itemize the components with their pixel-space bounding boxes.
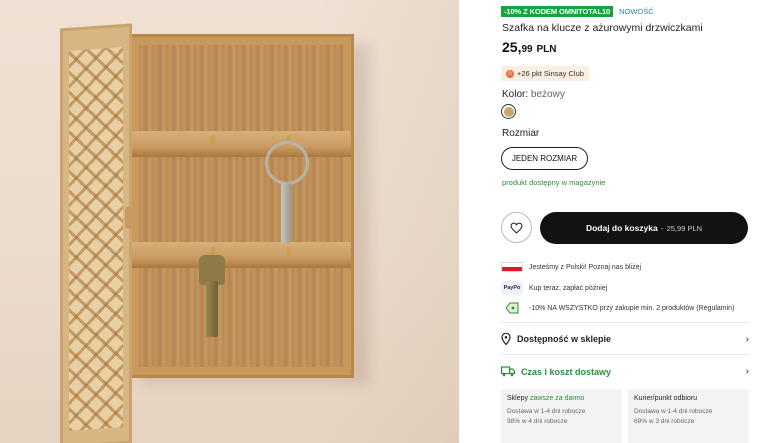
color-value: beżowy bbox=[530, 89, 565, 100]
store-availability-label: Dostępność w sklepie bbox=[517, 334, 612, 344]
club-points-badge: ☺ +26 pkt Sinsay Club bbox=[501, 66, 589, 81]
feature-text: Jesteśmy z Polski! Poznaj nas bliżej bbox=[529, 263, 642, 271]
delivery-option-stores: Sklepy zawsze za darmo Dostawa w 1-4 dni… bbox=[501, 389, 622, 443]
cabinet-lower-shelf bbox=[131, 242, 351, 268]
cabinet-lattice-door bbox=[60, 23, 135, 443]
delivery-option-title-text: Sklepy bbox=[507, 395, 529, 402]
discount-tag-icon bbox=[501, 302, 523, 314]
truck-icon bbox=[501, 366, 515, 377]
feature-discount[interactable]: -10% NA WSZYSTKO przy zakupie min. 2 pro… bbox=[501, 302, 734, 314]
brass-key-blade bbox=[206, 281, 218, 337]
delivery-option-title: Sklepy zawsze za darmo bbox=[507, 395, 616, 402]
divider bbox=[501, 322, 749, 323]
product-price: 25,99 PLN bbox=[502, 39, 556, 55]
delivery-option-title: Kurier/punkt odbioru bbox=[634, 395, 743, 402]
paypo-logo: PayPo bbox=[501, 282, 523, 294]
delivery-option-details: Dostawa w 1-4 dni robocze 98% w 4 dni ro… bbox=[507, 407, 616, 427]
feature-text: -10% NA WSZYSTKO przy zakupie min. 2 pro… bbox=[529, 304, 735, 312]
color-label: Kolor: beżowy bbox=[502, 89, 565, 100]
store-availability-link[interactable]: Dostępność w sklepie › bbox=[501, 333, 749, 345]
price-main: 25, bbox=[502, 39, 522, 55]
new-badge: NOWOŚĆ bbox=[619, 7, 654, 16]
keyring bbox=[265, 141, 309, 185]
add-to-cart-button[interactable]: Dodaj do koszyka - 25,99 PLN bbox=[540, 212, 748, 244]
add-to-cart-label: Dodaj do koszyka bbox=[585, 223, 658, 233]
product-image[interactable] bbox=[0, 0, 459, 443]
club-points-text: +26 pkt Sinsay Club bbox=[517, 69, 584, 78]
stock-status: produkt dostępny w magazynie bbox=[502, 178, 606, 187]
delivery-option-title-text: Kurier/punkt odbioru bbox=[634, 395, 698, 402]
hook bbox=[287, 247, 291, 257]
delivery-option-line: Dostawa w 1-4 dni robocze bbox=[507, 408, 586, 415]
location-pin-icon bbox=[501, 333, 511, 345]
delivery-option-highlight: zawsze za darmo bbox=[529, 395, 585, 402]
swatch-fill bbox=[503, 106, 514, 117]
chevron-right-icon: › bbox=[745, 333, 749, 345]
feature-polish-brand[interactable]: Jesteśmy z Polski! Poznaj nas bliżej bbox=[501, 262, 641, 272]
door-knob bbox=[125, 206, 135, 229]
club-icon: ☺ bbox=[506, 69, 514, 78]
delivery-option-line: 69% w 3 dni robocze bbox=[634, 418, 695, 425]
hook bbox=[211, 135, 215, 145]
add-to-cart-price: 25,99 PLN bbox=[666, 223, 703, 233]
color-swatch-beige[interactable] bbox=[501, 104, 516, 119]
silver-key bbox=[281, 183, 291, 243]
feature-text: Kup teraz, zapłać później bbox=[529, 284, 608, 292]
feature-paypo[interactable]: PayPo Kup teraz, zapłać później bbox=[501, 282, 607, 294]
favorite-button[interactable] bbox=[501, 212, 532, 243]
product-title: Szafka na klucze z ażurowymi drzwiczkami bbox=[502, 22, 703, 34]
badge-row: -10% Z KODEM OMNITOTAL10 NOWOŚĆ bbox=[501, 6, 654, 17]
divider bbox=[501, 354, 749, 355]
price-currency: PLN bbox=[536, 44, 557, 55]
price-cents: 99 bbox=[521, 44, 533, 55]
chevron-right-icon: › bbox=[745, 366, 749, 377]
delivery-option-line: 98% w 4 dni robocze bbox=[507, 418, 568, 425]
delivery-label: Czas i koszt dostawy bbox=[521, 366, 612, 377]
add-to-cart-separator: - bbox=[660, 223, 664, 233]
delivery-option-courier: Kurier/punkt odbioru Dostawa w 1-4 dni r… bbox=[628, 389, 749, 443]
delivery-info-link[interactable]: Czas i koszt dostawy › bbox=[501, 366, 749, 377]
product-info-panel: -10% Z KODEM OMNITOTAL10 NOWOŚĆ Szafka n… bbox=[459, 0, 759, 443]
size-button[interactable]: JEDEN ROZMIAR bbox=[501, 147, 588, 170]
cabinet-back-panel bbox=[139, 45, 343, 367]
polish-flag-icon bbox=[501, 262, 523, 272]
delivery-option-details: Dostawa w 1-4 dni robocze 69% w 3 dni ro… bbox=[634, 407, 743, 427]
door-lattice bbox=[69, 47, 123, 431]
cabinet-upper-shelf bbox=[131, 131, 351, 157]
key-cabinet bbox=[128, 34, 354, 378]
color-label-text: Kolor: bbox=[502, 89, 529, 100]
delivery-option-line: Dostawa w 1-4 dni robocze bbox=[634, 408, 713, 415]
size-label: Rozmiar bbox=[502, 128, 540, 139]
heart-icon bbox=[510, 222, 523, 234]
promo-badge: -10% Z KODEM OMNITOTAL10 bbox=[501, 6, 614, 17]
